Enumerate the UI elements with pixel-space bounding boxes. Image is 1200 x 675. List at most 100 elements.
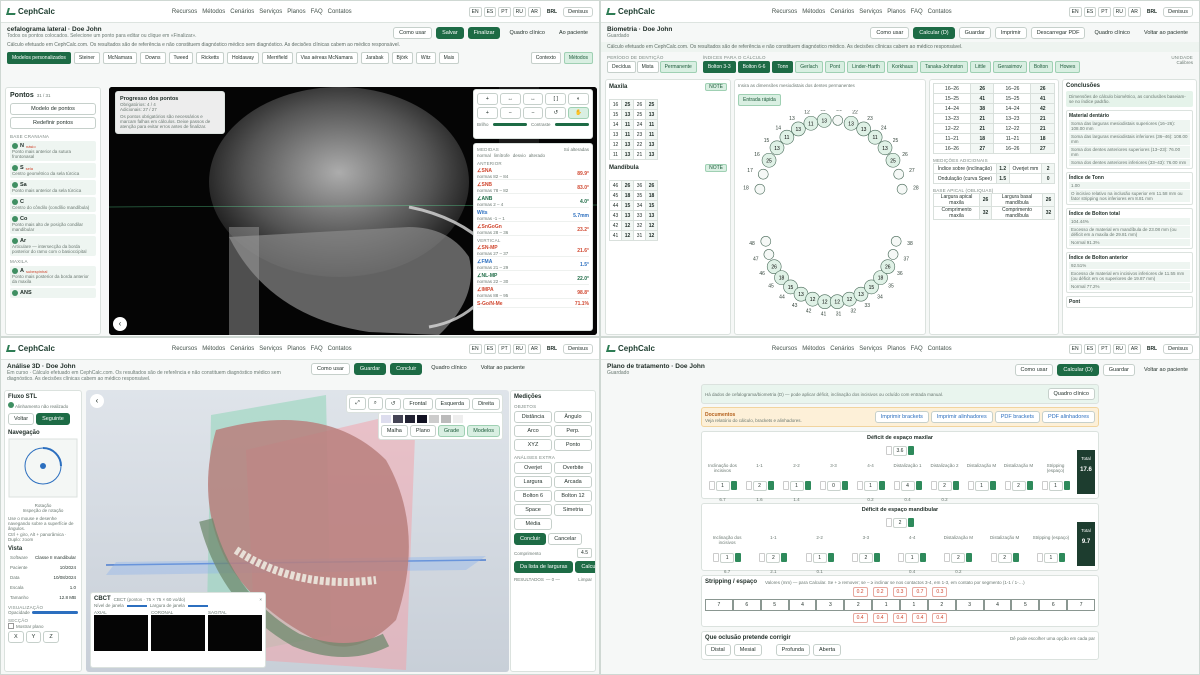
index-chip[interactable]: Bolton bbox=[1028, 61, 1054, 73]
point-item[interactable]: Sa Ponto mais anterior da sela túrcica bbox=[10, 180, 96, 195]
point-item[interactable]: Co Ponto mais alto de posição condilar ma… bbox=[10, 214, 96, 234]
table-cell[interactable]: 13 bbox=[645, 149, 658, 160]
axis-x-button[interactable]: X bbox=[8, 631, 24, 643]
download-pdf-button[interactable]: Descarregar PDF bbox=[1030, 26, 1086, 39]
measure-tool-button[interactable]: Space bbox=[514, 504, 552, 516]
points-template-button[interactable]: Modelo de pontos bbox=[10, 103, 96, 115]
pdf-brackets-button[interactable]: PDF brackets bbox=[994, 411, 1041, 423]
nav-faq[interactable]: FAQ bbox=[911, 346, 923, 352]
table-cell[interactable]: 11 bbox=[621, 129, 634, 140]
currency-select[interactable]: BRL bbox=[547, 9, 557, 15]
window-width-slider[interactable] bbox=[187, 604, 208, 607]
tooth[interactable] bbox=[754, 183, 766, 195]
reset-view-icon[interactable]: ↺ bbox=[384, 397, 402, 410]
index-chip[interactable]: Gerlach bbox=[795, 61, 823, 73]
step-value[interactable]: 1 bbox=[905, 552, 920, 563]
lang-en[interactable]: EN bbox=[1068, 343, 1082, 354]
measure-tool-button[interactable]: XYZ bbox=[514, 439, 552, 451]
method-holdaway[interactable]: Holdaway bbox=[227, 52, 259, 64]
units-select[interactable]: Calibres bbox=[1171, 60, 1193, 65]
table-cell[interactable]: 11 bbox=[621, 119, 634, 130]
fit-view-icon[interactable]: ⤢ bbox=[349, 397, 366, 410]
tooth[interactable] bbox=[763, 249, 775, 260]
tooth[interactable]: 11 bbox=[779, 129, 795, 145]
step-value[interactable]: 1 bbox=[720, 552, 735, 563]
brand-logo[interactable]: CephCalc bbox=[6, 7, 55, 16]
table-cell[interactable]: 1.5 bbox=[995, 173, 1010, 184]
step-value[interactable]: 4 bbox=[900, 480, 915, 491]
index-chip[interactable]: Bolton 6-6 bbox=[737, 61, 771, 73]
table-cell[interactable]: 15 bbox=[645, 200, 658, 211]
strip-tooth[interactable]: 2 bbox=[927, 599, 956, 611]
tooth[interactable]: 13 bbox=[877, 140, 893, 156]
strip-value[interactable]: 0.3 bbox=[932, 587, 948, 597]
table-cell[interactable]: 11 bbox=[645, 119, 658, 130]
brand-logo[interactable]: CephCalc bbox=[606, 7, 655, 16]
table-cell[interactable]: 1.2 bbox=[995, 163, 1010, 174]
reset-points-button[interactable]: Redefinir pontos bbox=[10, 117, 96, 129]
table-cell[interactable]: 26 bbox=[969, 83, 995, 94]
save-button[interactable]: Guardar bbox=[958, 26, 991, 39]
result-row[interactable]: ∠NL-MP normas 22 – 30 22.0° bbox=[477, 273, 589, 285]
nav-planos[interactable]: Planos bbox=[887, 9, 905, 15]
table-cell[interactable]: 32 bbox=[1041, 206, 1056, 220]
step-value[interactable]: 2 bbox=[752, 480, 767, 491]
measure-tool-button[interactable]: Arcada bbox=[554, 476, 592, 488]
nav-servicos[interactable]: Serviços bbox=[259, 9, 282, 15]
table-cell[interactable]: 18 bbox=[969, 133, 995, 144]
print-aligners-button[interactable]: Imprimir alinhadores bbox=[930, 411, 993, 423]
xray-viewer[interactable]: Progresso dos pontos Obrigatórios: 4 / 4… bbox=[109, 87, 597, 335]
strip-value[interactable]: 0.2 bbox=[852, 587, 868, 597]
index-chip[interactable]: Linder-Harth bbox=[847, 61, 885, 73]
table-cell[interactable]: 18 bbox=[621, 190, 634, 201]
maxilla-deficit-value[interactable]: 3.6 bbox=[892, 445, 908, 456]
table-cell[interactable]: 21 bbox=[1030, 113, 1055, 124]
plus-icon[interactable] bbox=[841, 481, 848, 490]
minus-tool-icon[interactable]: − bbox=[499, 107, 521, 119]
zoom-out-tool-icon[interactable]: − bbox=[522, 107, 544, 119]
next-button[interactable]: Seguinte bbox=[36, 413, 70, 425]
view-left-button[interactable]: Esquerda bbox=[434, 397, 471, 410]
swatch-light-icon[interactable] bbox=[380, 415, 391, 423]
nav-cenarios[interactable]: Cenários bbox=[230, 346, 254, 352]
quick-entry-button[interactable]: Entrada rápida bbox=[738, 94, 781, 106]
step-value[interactable]: 2 bbox=[766, 552, 781, 563]
plus-icon[interactable] bbox=[920, 553, 927, 562]
tooth[interactable] bbox=[757, 168, 769, 180]
tooth[interactable]: 11 bbox=[803, 115, 819, 131]
dentition-mixed[interactable]: Mista bbox=[636, 61, 659, 73]
user-menu[interactable]: Denisus bbox=[563, 343, 593, 354]
table-cell[interactable]: 25 bbox=[645, 99, 658, 110]
index-chip[interactable]: Korkhaus bbox=[886, 61, 918, 73]
occlusion-deep-button[interactable]: Profunda bbox=[775, 644, 810, 656]
cbct-sagittal-view[interactable] bbox=[208, 615, 262, 651]
tooth[interactable] bbox=[893, 168, 905, 180]
opacity-slider[interactable] bbox=[31, 611, 78, 614]
result-row[interactable]: ∠SN-MP normas 27 – 37 21.6° bbox=[477, 245, 589, 257]
how-to-use-button[interactable]: Como usar bbox=[1014, 363, 1054, 376]
step-value[interactable]: 1 bbox=[715, 480, 730, 491]
measure-tool-button[interactable]: Bolton 6 bbox=[514, 490, 552, 502]
plus-icon[interactable] bbox=[1063, 481, 1070, 490]
strip-tooth[interactable]: 1 bbox=[900, 599, 928, 611]
minus-icon[interactable] bbox=[990, 553, 997, 562]
strip-tooth[interactable]: 5 bbox=[1011, 599, 1040, 611]
tooth[interactable] bbox=[887, 249, 899, 260]
minus-icon[interactable] bbox=[893, 481, 900, 490]
table-cell[interactable]: 26 bbox=[621, 180, 634, 191]
nav-planos[interactable]: Planos bbox=[287, 346, 305, 352]
tooth[interactable] bbox=[890, 235, 902, 247]
how-to-use-button[interactable]: Como usar bbox=[393, 26, 433, 39]
lang-en[interactable]: EN bbox=[468, 343, 482, 354]
table-cell[interactable]: 13 bbox=[645, 210, 658, 221]
tab-methods[interactable]: Métodos bbox=[563, 52, 593, 64]
result-row[interactable]: ∠SnGoGn normas 28 – 36 23.2° bbox=[477, 224, 589, 236]
measure-tool-button[interactable]: Simetria bbox=[554, 504, 592, 516]
print-brackets-button[interactable]: Imprimir brackets bbox=[874, 411, 929, 423]
index-chip[interactable]: Tanaka-Johnston bbox=[920, 61, 969, 73]
swatch-navy-icon[interactable] bbox=[404, 415, 415, 423]
render-models-button[interactable]: Modelos bbox=[467, 425, 500, 437]
measure-tool-button[interactable]: Largura bbox=[514, 476, 552, 488]
nav-metodos[interactable]: Métodos bbox=[202, 346, 225, 352]
step-value[interactable]: 1 bbox=[1048, 480, 1063, 491]
